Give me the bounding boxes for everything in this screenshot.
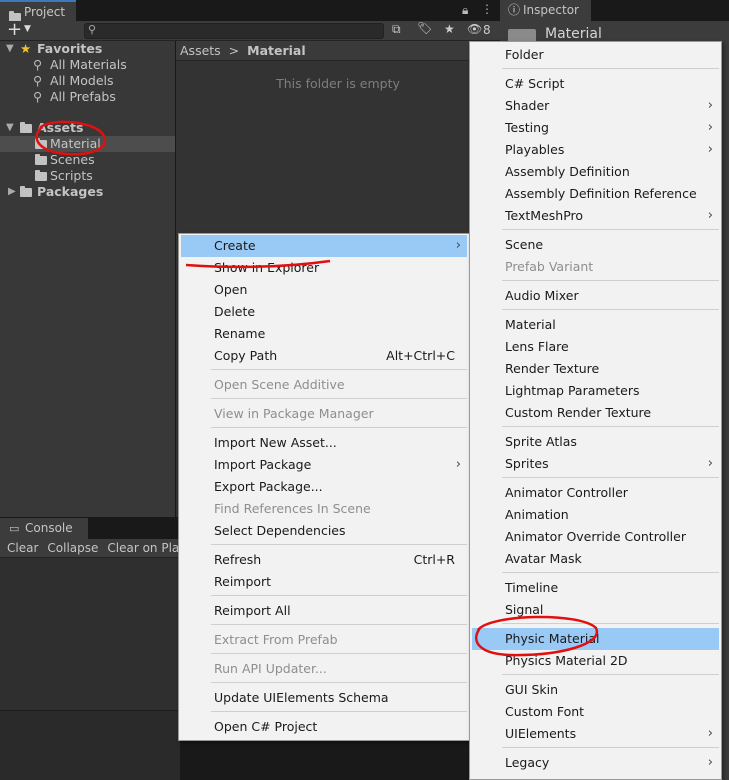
annotation-circle-material-folder xyxy=(35,120,106,156)
annotation-underline-create xyxy=(185,259,331,269)
annotation-overlay xyxy=(35,120,599,657)
annotation-circle-physic-material xyxy=(475,615,599,657)
